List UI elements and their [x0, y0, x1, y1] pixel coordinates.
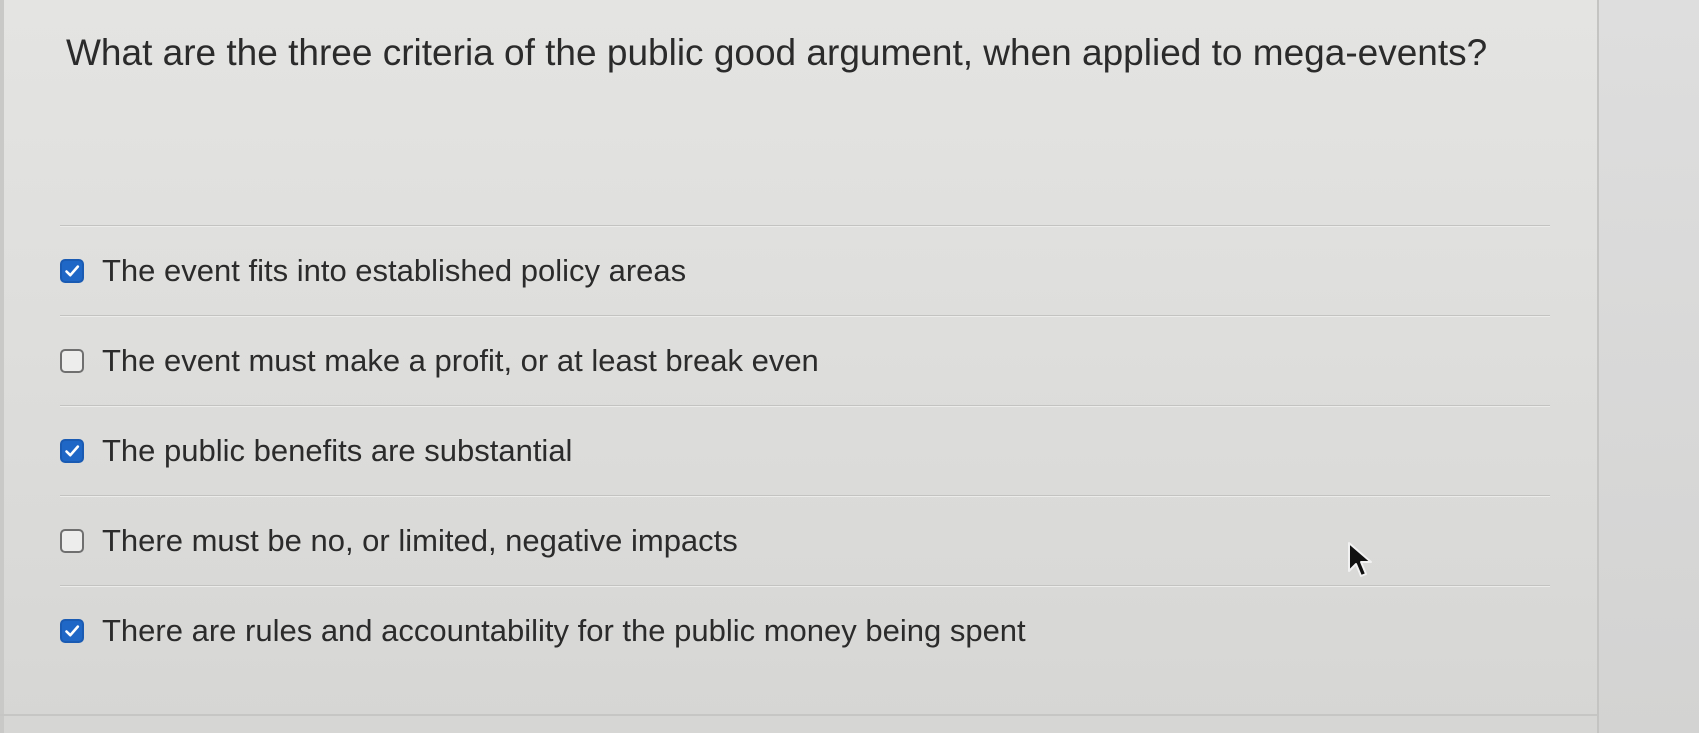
option-checkbox[interactable] [60, 439, 84, 463]
option-row[interactable]: There are rules and accountability for t… [60, 587, 1550, 675]
option-checkbox[interactable] [60, 529, 84, 553]
check-icon [65, 265, 80, 277]
quiz-screen: What are the three criteria of the publi… [0, 0, 1699, 733]
side-panel [1597, 0, 1699, 733]
option-label: There are rules and accountability for t… [102, 613, 1026, 648]
window-edge [0, 0, 4, 733]
answer-options: The event fits into established policy a… [60, 225, 1550, 675]
option-row[interactable]: There must be no, or limited, negative i… [60, 497, 1550, 585]
option-label: There must be no, or limited, negative i… [102, 523, 738, 558]
option-row[interactable]: The event must make a profit, or at leas… [60, 317, 1550, 405]
question-text: What are the three criteria of the publi… [66, 32, 1488, 73]
mouse-pointer-icon [1348, 542, 1372, 577]
option-row[interactable]: The event fits into established policy a… [60, 227, 1550, 315]
option-checkbox[interactable] [60, 619, 84, 643]
option-checkbox[interactable] [60, 259, 84, 283]
option-row[interactable]: The public benefits are substantial [60, 407, 1550, 495]
option-checkbox[interactable] [60, 349, 84, 373]
check-icon [65, 445, 80, 457]
option-label: The event must make a profit, or at leas… [102, 343, 819, 378]
option-label: The public benefits are substantial [102, 433, 573, 468]
check-icon [65, 625, 80, 637]
option-label: The event fits into established policy a… [102, 253, 687, 288]
divider [0, 714, 1599, 716]
